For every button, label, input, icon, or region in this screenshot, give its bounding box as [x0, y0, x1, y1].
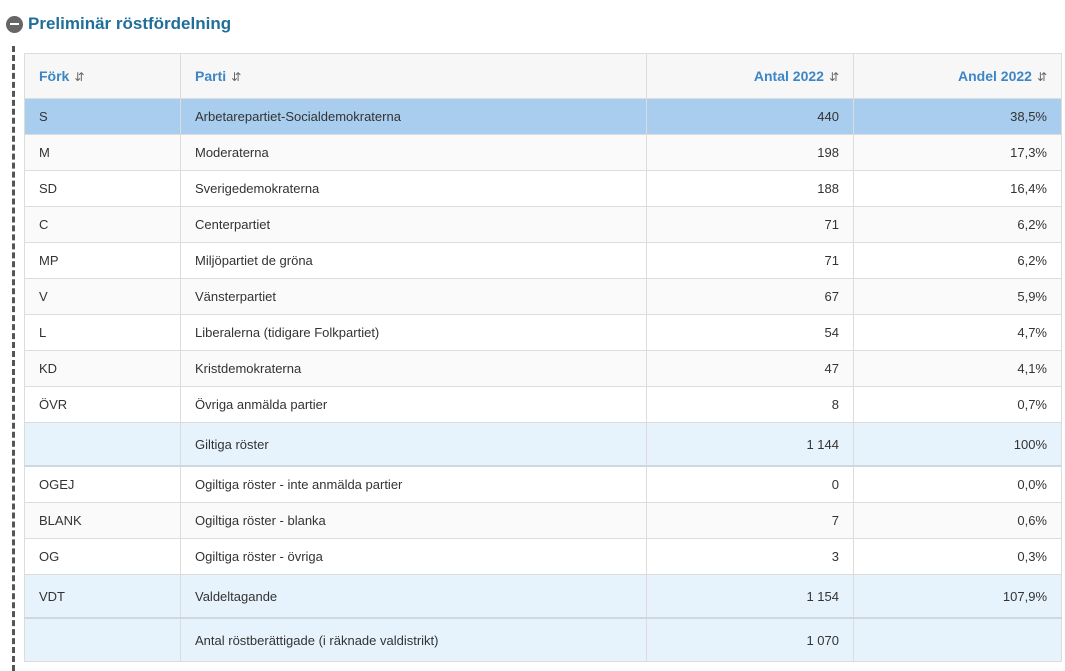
cell-abbr: V	[24, 278, 181, 315]
cell-party: Centerpartiet	[180, 206, 647, 243]
party-row[interactable]: C Centerpartiet 71 6,2%	[24, 206, 1062, 243]
section-title[interactable]: Preliminär röstfördelning	[28, 14, 231, 34]
column-header-abbr[interactable]: Förk ⇵	[24, 53, 181, 99]
cell-party: Ogiltiga röster - inte anmälda partier	[180, 465, 647, 503]
sort-icon[interactable]: ⇵	[829, 70, 839, 84]
cell-party: Antal röstberättigade (i räknade valdist…	[180, 617, 647, 662]
cell-count: 1 144	[646, 422, 854, 467]
cell-party: Kristdemokraterna	[180, 350, 647, 387]
party-row[interactable]: KD Kristdemokraterna 47 4,1%	[24, 350, 1062, 387]
cell-count: 47	[646, 350, 854, 387]
cell-party: Ogiltiga röster - övriga	[180, 538, 647, 575]
column-header-share[interactable]: Andel 2022 ⇵	[853, 53, 1062, 99]
party-row[interactable]: M Moderaterna 198 17,3%	[24, 134, 1062, 171]
cell-count: 71	[646, 206, 854, 243]
cell-count: 198	[646, 134, 854, 171]
cell-party: Moderaterna	[180, 134, 647, 171]
party-row[interactable]: SD Sverigedemokraterna 188 16,4%	[24, 170, 1062, 207]
cell-share: 0,3%	[853, 538, 1062, 575]
cell-count: 188	[646, 170, 854, 207]
cell-abbr: S	[24, 98, 181, 135]
party-row[interactable]: ÖVR Övriga anmälda partier 8 0,7%	[24, 386, 1062, 423]
cell-abbr: MP	[24, 242, 181, 279]
cell-count: 8	[646, 386, 854, 423]
cell-abbr: SD	[24, 170, 181, 207]
eligible-voters-row[interactable]: Antal röstberättigade (i räknade valdist…	[24, 617, 1062, 662]
cell-party: Sverigedemokraterna	[180, 170, 647, 207]
cell-abbr: OG	[24, 538, 181, 575]
column-header-count[interactable]: Antal 2022 ⇵	[646, 53, 854, 99]
cell-count: 1 070	[646, 617, 854, 662]
cell-abbr: KD	[24, 350, 181, 387]
sort-icon[interactable]: ⇵	[1037, 70, 1047, 84]
cell-share: 6,2%	[853, 206, 1062, 243]
cell-party: Valdeltagande	[180, 574, 647, 619]
cell-abbr: M	[24, 134, 181, 171]
cell-count: 0	[646, 465, 854, 503]
cell-share: 0,7%	[853, 386, 1062, 423]
cell-count: 71	[646, 242, 854, 279]
party-row[interactable]: MP Miljöpartiet de gröna 71 6,2%	[24, 242, 1062, 279]
cell-party: Miljöpartiet de gröna	[180, 242, 647, 279]
cell-count: 1 154	[646, 574, 854, 619]
cell-share: 6,2%	[853, 242, 1062, 279]
cell-party: Vänsterpartiet	[180, 278, 647, 315]
invalid-votes-row[interactable]: OGEJ Ogiltiga röster - inte anmälda parti…	[24, 465, 1062, 503]
cell-share: 4,7%	[853, 314, 1062, 351]
cell-abbr: C	[24, 206, 181, 243]
cell-share: 0,6%	[853, 502, 1062, 539]
results-table-container: Förk ⇵ Parti ⇵ Antal 2022 ⇵ Andel 2022 ⇵ S Ar…	[24, 53, 1062, 662]
cell-party: Övriga anmälda partier	[180, 386, 647, 423]
cell-count: 54	[646, 314, 854, 351]
invalid-votes-row[interactable]: BLANK Ogiltiga röster - blanka 7 0,6%	[24, 502, 1062, 539]
section-dashed-border	[12, 46, 15, 671]
results-table: Förk ⇵ Parti ⇵ Antal 2022 ⇵ Andel 2022 ⇵ S Ar…	[24, 53, 1062, 662]
party-row[interactable]: S Arbetarepartiet-Socialdemokraterna 440 38…	[24, 98, 1062, 135]
cell-abbr: OGEJ	[24, 465, 181, 503]
cell-share: 17,3%	[853, 134, 1062, 171]
party-row[interactable]: V Vänsterpartiet 67 5,9%	[24, 278, 1062, 315]
section-header-toggle[interactable]: Preliminär röstfördelning	[6, 14, 231, 34]
cell-party: Ogiltiga röster - blanka	[180, 502, 647, 539]
cell-count: 7	[646, 502, 854, 539]
cell-share: 38,5%	[853, 98, 1062, 135]
invalid-votes-row[interactable]: OG Ogiltiga röster - övriga 3 0,3%	[24, 538, 1062, 575]
cell-abbr	[24, 422, 181, 467]
turnout-row[interactable]: VDT Valdeltagande 1 154 107,9%	[24, 574, 1062, 619]
cell-share: 0,0%	[853, 465, 1062, 503]
party-row[interactable]: L Liberalerna (tidigare Folkpartiet) 54 4,7…	[24, 314, 1062, 351]
cell-count: 3	[646, 538, 854, 575]
cell-share	[853, 617, 1062, 662]
valid-votes-row[interactable]: Giltiga röster 1 144 100%	[24, 422, 1062, 467]
cell-party: Giltiga röster	[180, 422, 647, 467]
cell-party: Arbetarepartiet-Socialdemokraterna	[180, 98, 647, 135]
column-header-party[interactable]: Parti ⇵	[180, 53, 647, 99]
cell-share: 5,9%	[853, 278, 1062, 315]
cell-count: 440	[646, 98, 854, 135]
cell-abbr	[24, 617, 181, 662]
minus-circle-icon[interactable]	[6, 15, 23, 33]
cell-abbr: ÖVR	[24, 386, 181, 423]
table-header-row: Förk ⇵ Parti ⇵ Antal 2022 ⇵ Andel 2022 ⇵	[24, 53, 1062, 99]
cell-share: 100%	[853, 422, 1062, 467]
cell-count: 67	[646, 278, 854, 315]
cell-share: 107,9%	[853, 574, 1062, 619]
sort-icon[interactable]: ⇵	[74, 70, 84, 84]
cell-share: 16,4%	[853, 170, 1062, 207]
cell-party: Liberalerna (tidigare Folkpartiet)	[180, 314, 647, 351]
sort-icon[interactable]: ⇵	[231, 70, 241, 84]
cell-share: 4,1%	[853, 350, 1062, 387]
cell-abbr: BLANK	[24, 502, 181, 539]
cell-abbr: VDT	[24, 574, 181, 619]
cell-abbr: L	[24, 314, 181, 351]
